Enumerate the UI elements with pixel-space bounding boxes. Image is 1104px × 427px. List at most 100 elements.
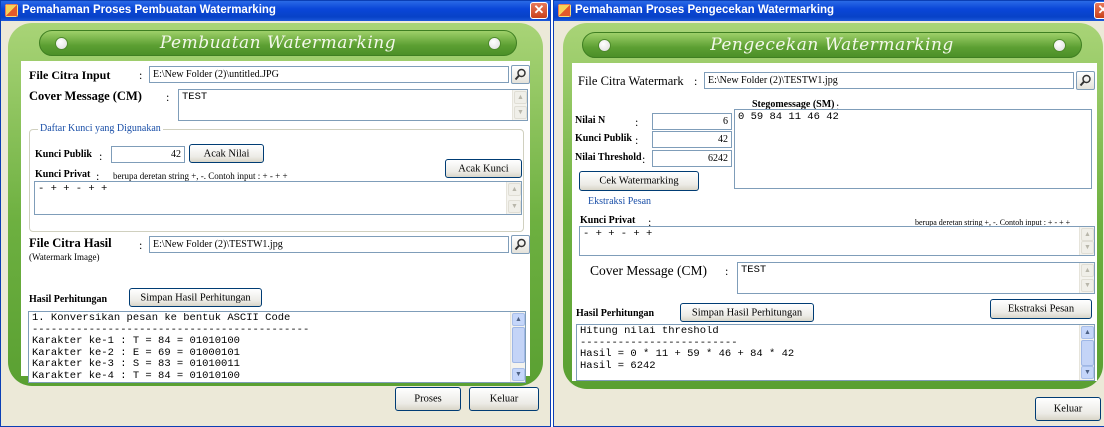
file-watermark-field[interactable]: E:\New Folder (2)\TESTW1.jpg xyxy=(704,72,1074,89)
cover-message-field[interactable]: TEST ▲ ▼ xyxy=(737,262,1095,294)
scroll-up-icon[interactable]: ▲ xyxy=(1081,264,1094,277)
magnifier-icon xyxy=(514,238,526,251)
file-output-field[interactable]: E:\New Folder (2)\TESTW1.jpg xyxy=(149,236,509,253)
cover-message-scrollbar[interactable]: ▲ ▼ xyxy=(512,90,527,120)
private-key-hint: berupa deretan string +, -. Contoh input… xyxy=(113,171,288,181)
save-calc-button[interactable]: Simpan Hasil Perhitungan xyxy=(129,288,262,307)
file-output-colon: : xyxy=(139,238,143,252)
browse-output-button[interactable] xyxy=(511,235,530,254)
threshold-field[interactable]: 6242 xyxy=(652,150,732,167)
calc-output[interactable]: Hitung nilai threshold -----------------… xyxy=(576,324,1095,381)
file-watermark-colon: : xyxy=(694,74,698,88)
app-icon xyxy=(558,4,571,17)
private-key-label: Kunci Privat xyxy=(580,215,636,226)
extract-label: Ekstraksi Pesan xyxy=(1007,303,1075,315)
nilai-n-colon: : xyxy=(635,115,639,129)
private-key-text: - + + - + + xyxy=(583,229,653,240)
private-key-scrollbar[interactable]: ▲ ▼ xyxy=(1079,227,1094,255)
left-content-area: File Citra Input : E:\New Folder (2)\unt… xyxy=(21,61,530,383)
private-key-label: Kunci Privat xyxy=(35,169,91,180)
public-key-colon: : xyxy=(635,133,639,147)
left-window-body: Pembuatan Watermarking File Citra Input … xyxy=(1,21,550,426)
file-watermark-label: File Citra Watermark xyxy=(578,74,684,88)
banner-dot-right xyxy=(488,37,501,50)
cover-message-scrollbar[interactable]: ▲ ▼ xyxy=(1079,263,1094,293)
process-button[interactable]: Proses xyxy=(395,387,461,411)
save-calc-button[interactable]: Simpan Hasil Perhitungan xyxy=(680,303,814,322)
scroll-up-icon[interactable]: ▲ xyxy=(514,91,527,104)
process-label: Proses xyxy=(414,393,442,405)
calc-scrollbar[interactable]: ▲ ▼ xyxy=(1079,325,1094,380)
close-icon[interactable]: ✕ xyxy=(1094,2,1104,19)
public-key-field[interactable]: 42 xyxy=(111,146,185,163)
calc-output-text: Hitung nilai threshold -----------------… xyxy=(580,326,795,372)
left-banner-title: Pembuatan Watermarking xyxy=(159,33,397,53)
private-key-field[interactable]: - + + - + + ▲ ▼ xyxy=(579,226,1095,256)
scroll-up-icon[interactable]: ▲ xyxy=(508,183,521,196)
calc-scrollbar[interactable]: ▲ ▼ xyxy=(510,312,525,382)
right-exit-label: Keluar xyxy=(1053,403,1083,415)
scroll-up-icon[interactable]: ▲ xyxy=(512,313,525,326)
cover-message-text: TEST xyxy=(182,92,208,103)
right-exit-button[interactable]: Keluar xyxy=(1035,397,1101,421)
right-window: Pemahaman Proses Pengecekan Watermarking… xyxy=(553,0,1104,427)
left-window-title: Pemahaman Proses Pembuatan Watermarking xyxy=(22,4,276,16)
save-calc-label: Simpan Hasil Perhitungan xyxy=(691,307,803,318)
file-input-field[interactable]: E:\New Folder (2)\untitled.JPG xyxy=(149,66,509,83)
threshold-label: Nilai Threshold xyxy=(575,152,642,163)
random-key-button[interactable]: Acak Kunci xyxy=(445,159,522,178)
right-banner-title: Pengecekan Watermarking xyxy=(710,35,954,55)
right-window-title: Pemahaman Proses Pengecekan Watermarking xyxy=(575,4,835,16)
left-exit-button[interactable]: Keluar xyxy=(469,387,539,411)
public-key-field[interactable]: 42 xyxy=(652,131,732,148)
scroll-thumb[interactable] xyxy=(1081,340,1094,366)
cover-message-text: TEST xyxy=(741,265,767,276)
scroll-down-icon[interactable]: ▼ xyxy=(1081,241,1094,254)
public-key-label: Kunci Publik xyxy=(575,133,632,144)
app-icon xyxy=(5,4,18,17)
calc-label: Hasil Perhitungan xyxy=(576,308,655,319)
cover-message-field[interactable]: TEST ▲ ▼ xyxy=(178,89,528,121)
private-key-scrollbar[interactable]: ▲ ▼ xyxy=(506,182,521,214)
banner-dot-right xyxy=(1053,39,1066,52)
key-group-legend: Daftar Kunci yang Digunakan xyxy=(38,123,163,134)
threshold-colon: : xyxy=(642,152,646,166)
left-titlebar[interactable]: Pemahaman Proses Pembuatan Watermarking … xyxy=(1,1,550,21)
close-icon[interactable]: ✕ xyxy=(530,2,548,19)
extract-section-label: Ekstraksi Pesan xyxy=(588,196,652,207)
cover-message-colon: : xyxy=(725,264,729,278)
magnifier-icon xyxy=(1079,74,1091,87)
scroll-down-icon[interactable]: ▼ xyxy=(1081,366,1094,379)
calc-output[interactable]: 1. Konversikan pesan ke bentuk ASCII Cod… xyxy=(28,311,526,383)
file-output-sublabel: (Watermark Image) xyxy=(29,252,100,262)
scroll-up-icon[interactable]: ▲ xyxy=(1081,326,1094,339)
nilai-n-label: Nilai N xyxy=(575,115,606,126)
right-content-area: File Citra Watermark : E:\New Folder (2)… xyxy=(572,63,1097,381)
scroll-down-icon[interactable]: ▼ xyxy=(508,200,521,213)
right-window-body: Pengecekan Watermarking File Citra Water… xyxy=(554,21,1104,426)
extract-button[interactable]: Ekstraksi Pesan xyxy=(990,299,1092,319)
random-value-label: Acak Nilai xyxy=(203,148,250,159)
browse-watermark-button[interactable] xyxy=(1076,71,1095,90)
random-key-label: Acak Kunci xyxy=(458,163,509,174)
cover-message-colon: : xyxy=(166,90,170,104)
left-exit-label: Keluar xyxy=(489,393,519,405)
scroll-down-icon[interactable]: ▼ xyxy=(512,368,525,381)
left-window: Pemahaman Proses Pembuatan Watermarking … xyxy=(0,0,551,427)
scroll-down-icon[interactable]: ▼ xyxy=(514,106,527,119)
private-key-field[interactable]: - + + - + + ▲ ▼ xyxy=(34,181,522,215)
random-value-button[interactable]: Acak Nilai xyxy=(189,144,264,163)
browse-input-button[interactable] xyxy=(511,65,530,84)
file-input-label: File Citra Input xyxy=(29,68,111,82)
check-watermark-button[interactable]: Cek Watermarking xyxy=(579,171,699,191)
stego-field[interactable]: 0 59 84 11 46 42 xyxy=(734,109,1092,189)
scroll-down-icon[interactable]: ▼ xyxy=(1081,279,1094,292)
nilai-n-field[interactable]: 6 xyxy=(652,113,732,130)
scroll-thumb[interactable] xyxy=(512,327,525,363)
scroll-up-icon[interactable]: ▲ xyxy=(1081,228,1094,241)
stego-text: 0 59 84 11 46 42 xyxy=(738,112,839,123)
right-titlebar[interactable]: Pemahaman Proses Pengecekan Watermarking… xyxy=(554,1,1104,21)
right-banner: Pengecekan Watermarking xyxy=(582,32,1082,58)
private-key-text: - + + - + + xyxy=(38,184,108,195)
file-input-colon: : xyxy=(139,68,143,82)
